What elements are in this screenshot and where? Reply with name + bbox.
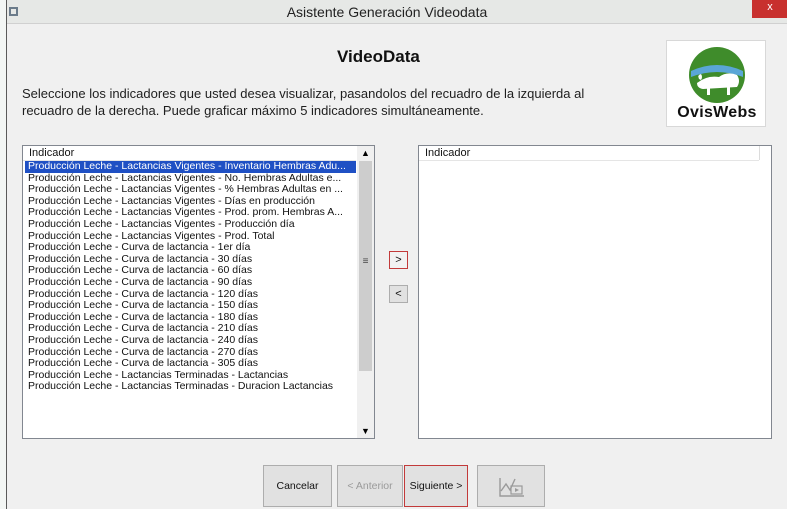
instructions-line-1: Seleccione los indicadores que usted des… <box>22 86 585 101</box>
title-bar: Asistente Generación Videodata x <box>7 0 787 24</box>
list-item[interactable]: Producción Leche - Lactancias Vigentes -… <box>25 219 356 231</box>
list-item[interactable]: Producción Leche - Lactancias Vigentes -… <box>25 173 356 185</box>
instructions-text: Seleccione los indicadores que usted des… <box>22 85 662 119</box>
column-header-indicador-selected[interactable]: Indicador <box>419 146 759 161</box>
list-item[interactable]: Producción Leche - Curva de lactancia - … <box>25 254 356 266</box>
wizard-content: VideoData Seleccione los indicadores que… <box>7 25 787 509</box>
chart-play-icon <box>499 478 524 497</box>
list-item[interactable]: Producción Leche - Curva de lactancia - … <box>25 312 356 324</box>
cancel-button[interactable]: Cancelar <box>263 465 332 507</box>
list-item[interactable]: Producción Leche - Lactancias Vigentes -… <box>25 207 356 219</box>
close-button[interactable]: x <box>752 0 787 18</box>
list-item[interactable]: Producción Leche - Curva de lactancia - … <box>25 335 356 347</box>
list-item[interactable]: Producción Leche - Lactancias Vigentes -… <box>25 161 356 173</box>
list-item[interactable]: Producción Leche - Lactancias Vigentes -… <box>25 184 356 196</box>
available-indicators-rows: Producción Leche - Lactancias Vigentes -… <box>25 161 356 440</box>
selected-indicators-list[interactable]: Indicador <box>418 145 772 439</box>
preview-chart-button[interactable] <box>477 465 545 507</box>
window-title: Asistente Generación Videodata <box>286 4 488 20</box>
scroll-thumb[interactable]: ≡ <box>359 161 372 371</box>
add-indicator-button[interactable]: > <box>389 251 408 269</box>
chevron-right-icon: > <box>395 254 402 266</box>
next-button[interactable]: Siguiente > <box>404 465 468 507</box>
wizard-window: Asistente Generación Videodata x VideoDa… <box>6 0 787 509</box>
column-separator <box>759 146 760 160</box>
close-icon: x <box>767 1 773 13</box>
vertical-scrollbar[interactable]: ▲ ≡ ▼ <box>357 146 374 438</box>
remove-indicator-button[interactable]: < <box>389 285 408 303</box>
scroll-down-icon[interactable]: ▼ <box>357 424 374 438</box>
instructions-line-2: recuadro de la derecha. Puede graficar m… <box>22 103 484 118</box>
list-item[interactable]: Producción Leche - Lactancias Vigentes -… <box>25 231 356 243</box>
oviswebs-logo: OvisWebs <box>666 40 766 127</box>
available-indicators-list[interactable]: Indicador Producción Leche - Lactancias … <box>22 145 375 439</box>
list-item[interactable]: Producción Leche - Curva de lactancia - … <box>25 289 356 301</box>
sheep-logo-icon <box>689 47 745 103</box>
chevron-left-icon: < <box>395 288 402 300</box>
list-item[interactable]: Producción Leche - Lactancias Vigentes -… <box>25 196 356 208</box>
list-item[interactable]: Producción Leche - Curva de lactancia - … <box>25 265 356 277</box>
previous-button[interactable]: < Anterior <box>337 465 403 507</box>
column-header-indicador[interactable]: Indicador <box>23 146 356 161</box>
list-item[interactable]: Producción Leche - Curva de lactancia - … <box>25 300 356 312</box>
page-title: VideoData <box>337 47 420 66</box>
list-item[interactable]: Producción Leche - Curva de lactancia - … <box>25 323 356 335</box>
list-item[interactable]: Producción Leche - Lactancias Terminadas… <box>25 381 356 393</box>
list-item[interactable]: Producción Leche - Lactancias Terminadas… <box>25 370 356 382</box>
list-item[interactable]: Producción Leche - Curva de lactancia - … <box>25 358 356 370</box>
list-item[interactable]: Producción Leche - Curva de lactancia - … <box>25 277 356 289</box>
logo-text: OvisWebs <box>677 104 757 121</box>
list-item[interactable]: Producción Leche - Curva de lactancia - … <box>25 242 356 254</box>
scroll-grip-icon: ≡ <box>362 256 369 267</box>
list-item[interactable]: Producción Leche - Curva de lactancia - … <box>25 347 356 359</box>
scroll-up-icon[interactable]: ▲ <box>357 146 374 160</box>
